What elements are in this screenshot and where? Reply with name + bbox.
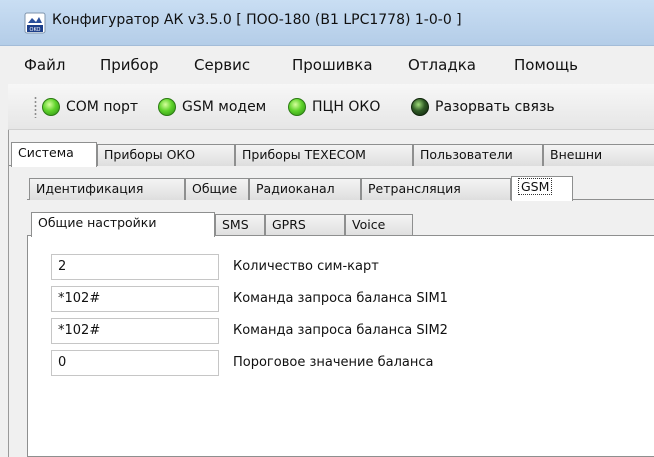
sim-count-row: 2 Количество сим-карт (51, 254, 551, 280)
tab-external[interactable]: Внешни (543, 144, 654, 166)
sim2-balance-command-label: Команда запроса баланса SIM2 (233, 323, 448, 338)
tab-general-settings[interactable]: Общие настройки (31, 212, 215, 237)
tab-radio-channel[interactable]: Радиоканал (249, 178, 361, 200)
balance-threshold-label: Пороговое значение баланса (233, 355, 434, 370)
tab-identification[interactable]: Идентификация (29, 178, 185, 200)
sim1-balance-command-input[interactable]: *102# (51, 286, 219, 312)
tab-retranslation[interactable]: Ретрансляция (361, 178, 511, 200)
tab-voice[interactable]: Voice (345, 214, 413, 236)
work-area: Система Приборы ОКО Приборы TEXECOM Поль… (8, 130, 654, 457)
pcn-oko-button[interactable]: ПЦН ОКО (288, 96, 380, 118)
pcn-oko-label: ПЦН ОКО (312, 99, 381, 115)
green-led-icon (158, 98, 176, 116)
window-title: Конфигуратор АК v3.5.0 [ ПОО-180 (B1 LPC… (52, 12, 462, 28)
balance-threshold-input[interactable]: 0 (51, 350, 219, 376)
gsm-modem-label: GSM модем (182, 99, 267, 115)
menu-help[interactable]: Помощь (514, 56, 578, 74)
menu-debug[interactable]: Отладка (408, 56, 476, 74)
green-led-icon (42, 98, 60, 116)
tab-users[interactable]: Пользователи (413, 144, 543, 166)
svg-text:OKO: OKO (30, 27, 41, 33)
menu-bar: Файл Прибор Сервис Прошивка Отладка Помо… (8, 46, 654, 84)
sim1-balance-command-label: Команда запроса баланса SIM1 (233, 291, 448, 306)
sub-tabs: Идентификация Общие Радиоканал Ретрансля… (27, 176, 654, 201)
menu-firmware[interactable]: Прошивка (292, 56, 373, 74)
menu-service[interactable]: Сервис (194, 56, 250, 74)
com-port-button[interactable]: COM порт (42, 96, 138, 118)
toolbar: COM порт GSM модем ПЦН ОКО Разорвать свя… (8, 84, 654, 130)
disconnect-label: Разорвать связь (435, 99, 555, 115)
oko-app-icon: OKO (24, 12, 46, 34)
balance-threshold-row: 0 Пороговое значение баланса (51, 350, 551, 376)
menu-file[interactable]: Файл (24, 56, 65, 74)
dark-green-led-icon (411, 98, 429, 116)
sim-count-label: Количество сим-карт (233, 259, 379, 274)
green-led-icon (288, 98, 306, 116)
disconnect-button[interactable]: Разорвать связь (411, 96, 555, 118)
toolbar-grip[interactable] (34, 96, 37, 118)
tab-texecom-devices[interactable]: Приборы TEXECOM (235, 144, 413, 166)
general-settings-panel: 2 Количество сим-карт *102# Команда запр… (27, 235, 654, 457)
menu-device[interactable]: Прибор (100, 56, 159, 74)
title-bar: OKO Конфигуратор АК v3.5.0 [ ПОО-180 (B1… (0, 0, 654, 46)
tab-gsm[interactable]: GSM (511, 176, 573, 201)
gsm-modem-button[interactable]: GSM модем (158, 96, 266, 118)
sim-count-input[interactable]: 2 (51, 254, 219, 280)
tab-oko-devices[interactable]: Приборы ОКО (97, 144, 235, 166)
sim1-balance-row: *102# Команда запроса баланса SIM1 (51, 286, 551, 312)
sim2-balance-command-input[interactable]: *102# (51, 318, 219, 344)
tab-sms[interactable]: SMS (215, 214, 265, 236)
tab-gprs[interactable]: GPRS (265, 214, 345, 236)
tab-general[interactable]: Общие (185, 178, 249, 200)
tab-system[interactable]: Система (11, 142, 97, 167)
gsm-tabs: Общие настройки SMS GPRS Voice (27, 212, 654, 237)
sim2-balance-row: *102# Команда запроса баланса SIM2 (51, 318, 551, 344)
main-tabs: Система Приборы ОКО Приборы TEXECOM Поль… (9, 142, 654, 167)
com-port-label: COM порт (66, 99, 139, 115)
